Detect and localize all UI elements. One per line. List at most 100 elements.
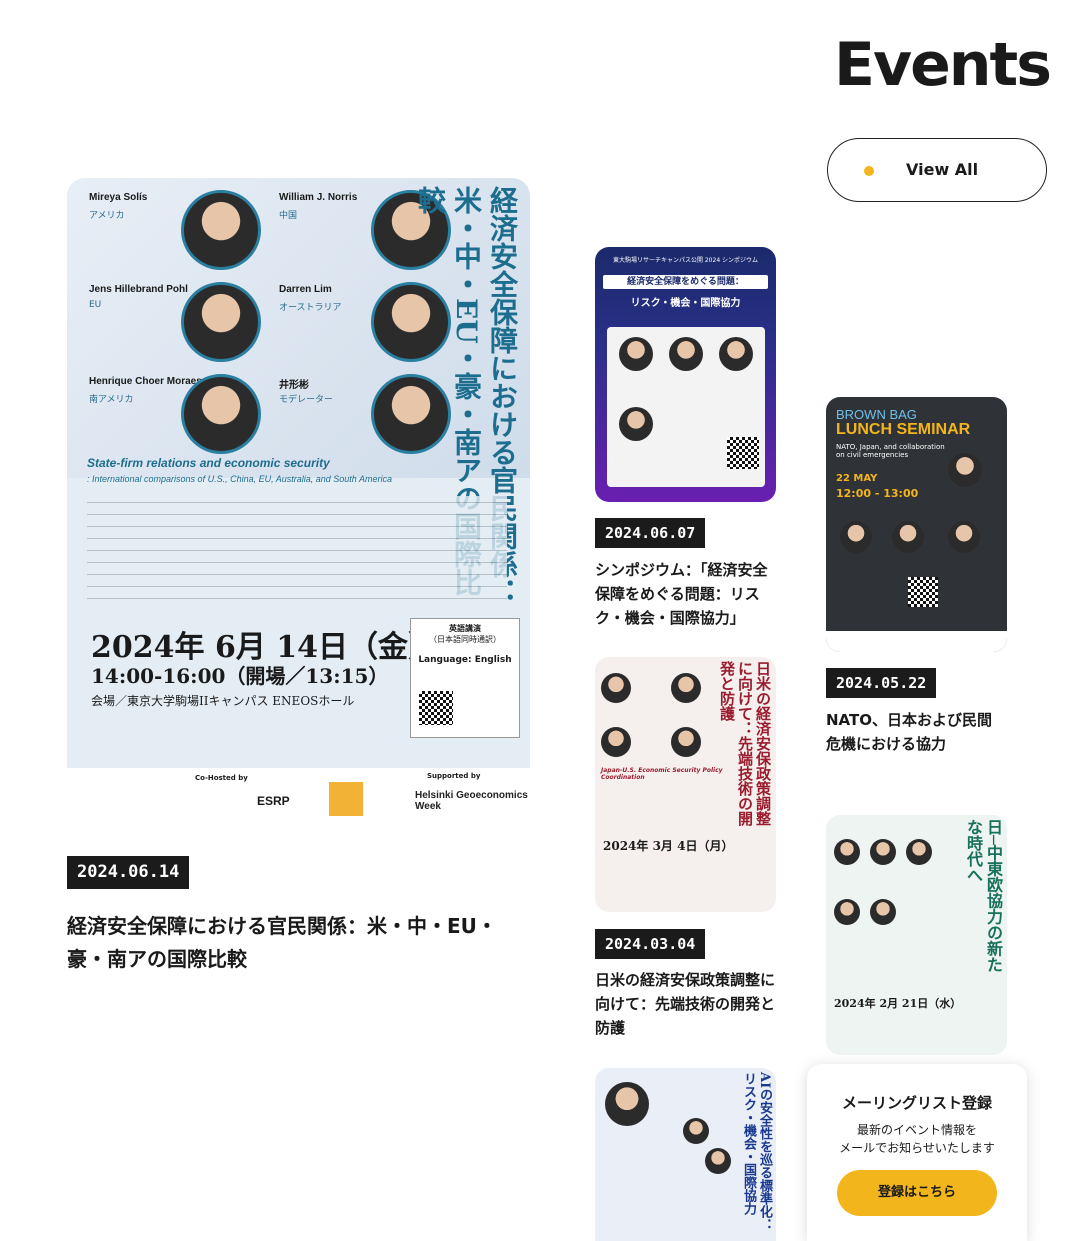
- event-title-link[interactable]: シンポジウム：「経済安全保障をめぐる問題：リスク・機会・国際協力」: [595, 558, 775, 630]
- speaker-photo: [669, 337, 703, 371]
- poster-speakers: [607, 327, 765, 487]
- speaker-grid: Mireya Solís アメリカ William J. Norris 中国 J…: [77, 186, 457, 466]
- poster-line2: LUNCH SEMINAR: [836, 421, 971, 438]
- register-button[interactable]: 登録はこちら: [837, 1170, 997, 1216]
- speaker-name: Mireya Solís: [89, 192, 148, 203]
- view-all-button[interactable]: View All: [827, 138, 1047, 202]
- speaker-photo: [705, 1148, 731, 1174]
- qr-code-icon: [419, 691, 453, 725]
- speaker-photo: [834, 839, 860, 865]
- event-poster[interactable]: 日─中東欧協力の新たな時代へ 2024年 2月 21日（水）: [826, 815, 1007, 1055]
- helsinki-logo: Helsinki Geoeconomics Week: [415, 790, 528, 812]
- poster-time: 12:00 - 13:00: [836, 487, 919, 500]
- box-language: Language: English: [418, 655, 512, 665]
- speaker-region: 南アメリカ: [89, 395, 134, 405]
- speaker-photo: [683, 1118, 709, 1144]
- speaker-photo: [371, 374, 451, 454]
- view-all-label: View All: [906, 160, 979, 179]
- speaker-card: 井形彬 モデレーター: [267, 370, 457, 460]
- speaker-name: Henrique Choer Moraes: [89, 376, 202, 387]
- poster-language-box: 英語講演 （日本語同時通訳） Language: English: [410, 618, 520, 738]
- speaker-photo: [948, 453, 982, 487]
- esrp-logo: ESRP: [257, 794, 290, 808]
- speaker-photo: [601, 673, 631, 703]
- supported-label: Supported by: [427, 772, 481, 780]
- speaker-photo: [181, 282, 261, 362]
- speaker-photo: [840, 521, 872, 553]
- poster-vertical-title: AIの安全性を巡る標準化：リスク・機会・国際協力: [741, 1072, 772, 1232]
- poster-footer: Co-Hosted by Supported by ESRP Helsinki …: [67, 768, 530, 822]
- co-hosted-label: Co-Hosted by: [195, 774, 248, 782]
- mailing-list-desc: 最新のイベント情報を メールでお知らせいたします: [807, 1121, 1027, 1157]
- page-title: Events: [834, 30, 1052, 100]
- speaker-photo: [948, 521, 980, 553]
- poster-vertical-title: 日米の経済安保政策調整に向けて：先端技術の開発と防護: [718, 661, 772, 826]
- speaker-photo: [181, 374, 261, 454]
- speaker-photo: [834, 899, 860, 925]
- poster-footer: [826, 631, 1007, 652]
- speaker-photo: [906, 839, 932, 865]
- event-poster[interactable]: 日米の経済安保政策調整に向けて：先端技術の開発と防護 Japan-U.S. Ec…: [595, 657, 776, 912]
- dot-icon: [864, 166, 874, 176]
- event-poster-main[interactable]: Mireya Solís アメリカ William J. Norris 中国 J…: [67, 178, 530, 822]
- speaker-photo: [671, 727, 701, 757]
- poster-header: 東大駒場リサーチキャンパス公開 2024 シンポジウム: [612, 257, 759, 264]
- event-poster[interactable]: 東大駒場リサーチキャンパス公開 2024 シンポジウム 経済安全保障をめぐる問題…: [595, 247, 776, 502]
- mailing-desc-line: 最新のイベント情報を: [856, 1123, 977, 1137]
- poster-body-text: [87, 496, 507, 606]
- geoeconomics-logo: [329, 782, 363, 816]
- speaker-region: EU: [89, 300, 102, 310]
- event-title-link[interactable]: 日米の経済安保政策調整に向けて：先端技術の開発と防護: [595, 968, 775, 1040]
- speaker-photo: [181, 190, 261, 270]
- poster-title: 経済安全保障をめぐる問題：: [603, 275, 768, 289]
- speaker-region: 中国: [279, 211, 298, 221]
- speaker-card: Mireya Solís アメリカ: [77, 186, 267, 276]
- speaker-region: オーストラリア: [279, 303, 342, 313]
- poster-line1: BROWN BAG: [836, 407, 917, 422]
- poster-subtitle: リスク・機会・国際協力: [630, 298, 741, 309]
- speaker-photo: [870, 839, 896, 865]
- poster-time: 14:00-16:00（開場／13:15）: [91, 664, 389, 688]
- event-poster[interactable]: AIの安全性を巡る標準化：リスク・機会・国際協力: [595, 1068, 776, 1241]
- speaker-region: アメリカ: [89, 211, 125, 221]
- speaker-name: Jens Hillebrand Pohl: [89, 284, 188, 295]
- qr-code-icon: [908, 577, 938, 607]
- speaker-photo: [671, 673, 701, 703]
- poster-desc: NATO, Japan, and collaboration on civil …: [836, 443, 945, 459]
- speaker-region: モデレーター: [279, 395, 334, 405]
- speaker-card: Henrique Choer Moraes 南アメリカ: [77, 370, 267, 460]
- speaker-card: Darren Lim オーストラリア: [267, 278, 457, 368]
- event-title-link[interactable]: 経済安全保障における官民関係：米・中・EU・豪・南アの国際比較: [67, 910, 497, 976]
- poster-venue: 会場／東京大学駒場IIキャンパス ENEOSホール: [91, 694, 355, 708]
- event-date-badge: 2024.05.22: [826, 668, 937, 698]
- mailing-list-panel: メーリングリスト登録 最新のイベント情報を メールでお知らせいたします 登録はこ…: [807, 1064, 1027, 1241]
- speaker-photo: [371, 282, 451, 362]
- poster-en-subtitle: : International comparisons of U.S., Chi…: [87, 474, 392, 484]
- poster-en-title: State-firm relations and economic securi…: [87, 456, 330, 470]
- qr-code-icon: [727, 437, 759, 469]
- mailing-desc-line: メールでお知らせいたします: [839, 1141, 995, 1155]
- event-date-badge: 2024.06.14: [67, 856, 190, 889]
- speaker-name: 井形彬: [279, 380, 309, 391]
- speaker-photo: [870, 899, 896, 925]
- speaker-card: Jens Hillebrand Pohl EU: [77, 278, 267, 368]
- speaker-photo: [601, 727, 631, 757]
- event-title-link[interactable]: NATO、日本および民間危機における協力: [826, 708, 1006, 756]
- poster-date: 2024年 3月 4日（月）: [603, 839, 734, 853]
- mailing-list-title: メーリングリスト登録: [841, 1094, 992, 1112]
- speaker-photo: [892, 521, 924, 553]
- speaker-name: Darren Lim: [279, 284, 332, 295]
- poster-date: 2024年 2月 21日（水）: [834, 997, 962, 1010]
- event-date-badge: 2024.06.07: [595, 518, 706, 548]
- event-poster[interactable]: BROWN BAG LUNCH SEMINAR NATO, Japan, and…: [826, 397, 1007, 652]
- poster-date: 22 MAY: [836, 473, 878, 484]
- box-subtitle: （日本語同時通訳）: [429, 635, 501, 644]
- poster-vertical-title: 日─中東欧協力の新たな時代へ: [964, 819, 1003, 973]
- box-title: 英語講演: [449, 624, 481, 633]
- speaker-photo: [619, 337, 653, 371]
- speaker-name: William J. Norris: [279, 192, 358, 203]
- event-date-badge: 2024.03.04: [595, 929, 706, 959]
- speaker-photo: [605, 1082, 649, 1126]
- speaker-photo: [719, 337, 753, 371]
- speaker-photo: [619, 407, 653, 441]
